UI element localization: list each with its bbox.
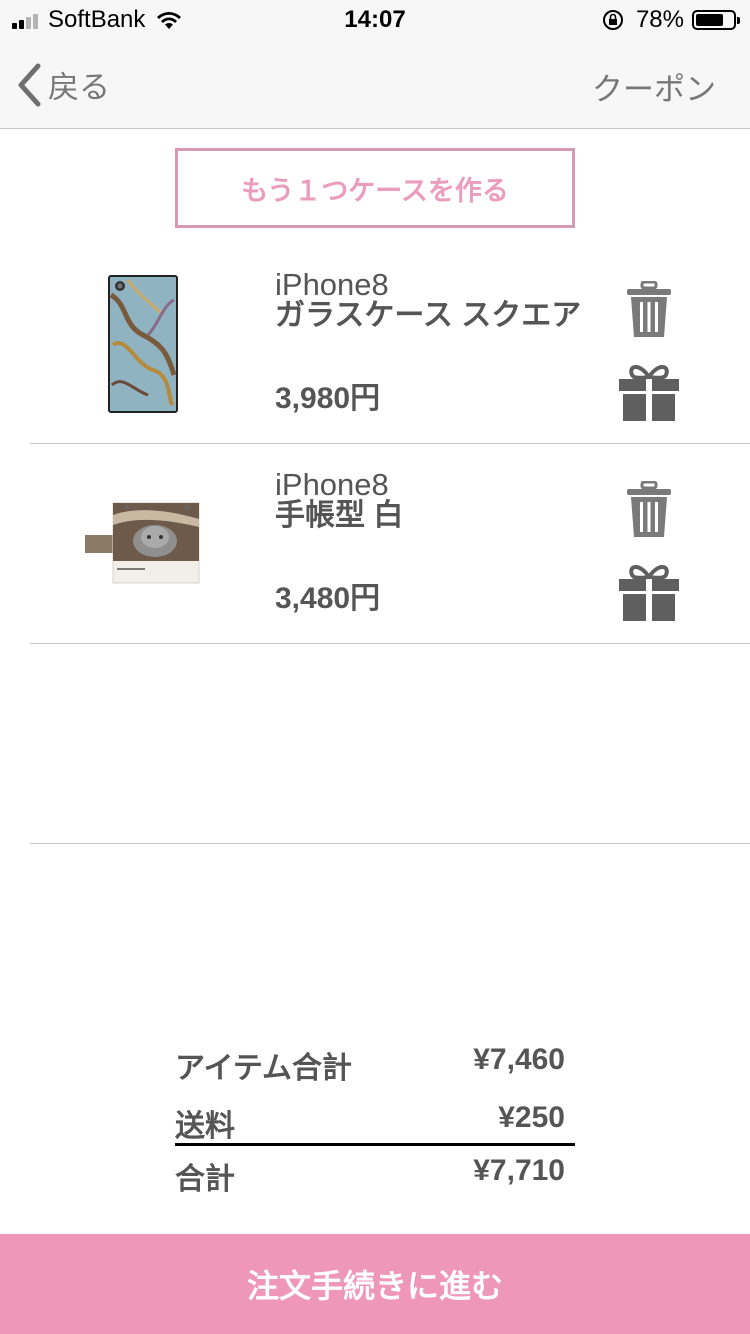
shipping-label: 送料 bbox=[175, 1110, 235, 1143]
status-bar: SoftBank 14:07 78% bbox=[0, 0, 750, 40]
item-price: 3,480円 bbox=[275, 582, 381, 615]
item-name: 手帳型 白 bbox=[275, 499, 404, 532]
battery-icon bbox=[692, 10, 740, 30]
chevron-left-icon bbox=[18, 63, 41, 106]
shipping-value: ¥250 bbox=[498, 1101, 565, 1134]
trash-icon[interactable] bbox=[626, 481, 672, 539]
grand-total-value: ¥7,710 bbox=[473, 1154, 565, 1187]
grand-total-label: 合計 bbox=[175, 1163, 235, 1196]
items-total-label: アイテム合計 bbox=[175, 1052, 352, 1085]
empty-cart-row bbox=[30, 643, 750, 844]
gift-icon[interactable] bbox=[618, 363, 680, 421]
add-case-button[interactable]: もう１つケースを作る bbox=[175, 148, 575, 228]
item-model: iPhone8 bbox=[275, 267, 389, 302]
coupon-button[interactable]: クーポン bbox=[592, 64, 716, 109]
trash-icon[interactable] bbox=[626, 281, 672, 339]
cat-notebook-case-image[interactable] bbox=[85, 501, 201, 585]
item-model: iPhone8 bbox=[275, 467, 389, 502]
rotation-lock-icon bbox=[602, 10, 623, 30]
cart-item: iPhone8 ガラスケース スクエア 3,980円 bbox=[30, 243, 750, 444]
order-summary: アイテム合計 ¥7,460 送料 ¥250 合計 ¥7,710 bbox=[175, 1035, 575, 1204]
checkout-button[interactable]: 注文手続きに進む bbox=[0, 1234, 750, 1334]
item-price: 3,980円 bbox=[275, 382, 381, 415]
items-total-row: アイテム合計 ¥7,460 bbox=[175, 1035, 575, 1093]
shipping-row: 送料 ¥250 bbox=[175, 1093, 575, 1143]
cart-item: iPhone8 手帳型 白 3,480円 bbox=[30, 443, 750, 644]
grand-total-row: 合計 ¥7,710 bbox=[175, 1146, 575, 1204]
back-label: 戻る bbox=[48, 70, 110, 105]
marble-case-image[interactable] bbox=[108, 275, 178, 413]
item-name: ガラスケース スクエア bbox=[275, 299, 582, 332]
battery-percent: 78% bbox=[635, 6, 684, 33]
back-button[interactable]: 戻る bbox=[16, 62, 110, 107]
items-total-value: ¥7,460 bbox=[473, 1043, 565, 1076]
gift-icon[interactable] bbox=[618, 563, 680, 621]
nav-bar: 戻る クーポン bbox=[0, 40, 750, 129]
status-right: 78% bbox=[602, 6, 740, 34]
